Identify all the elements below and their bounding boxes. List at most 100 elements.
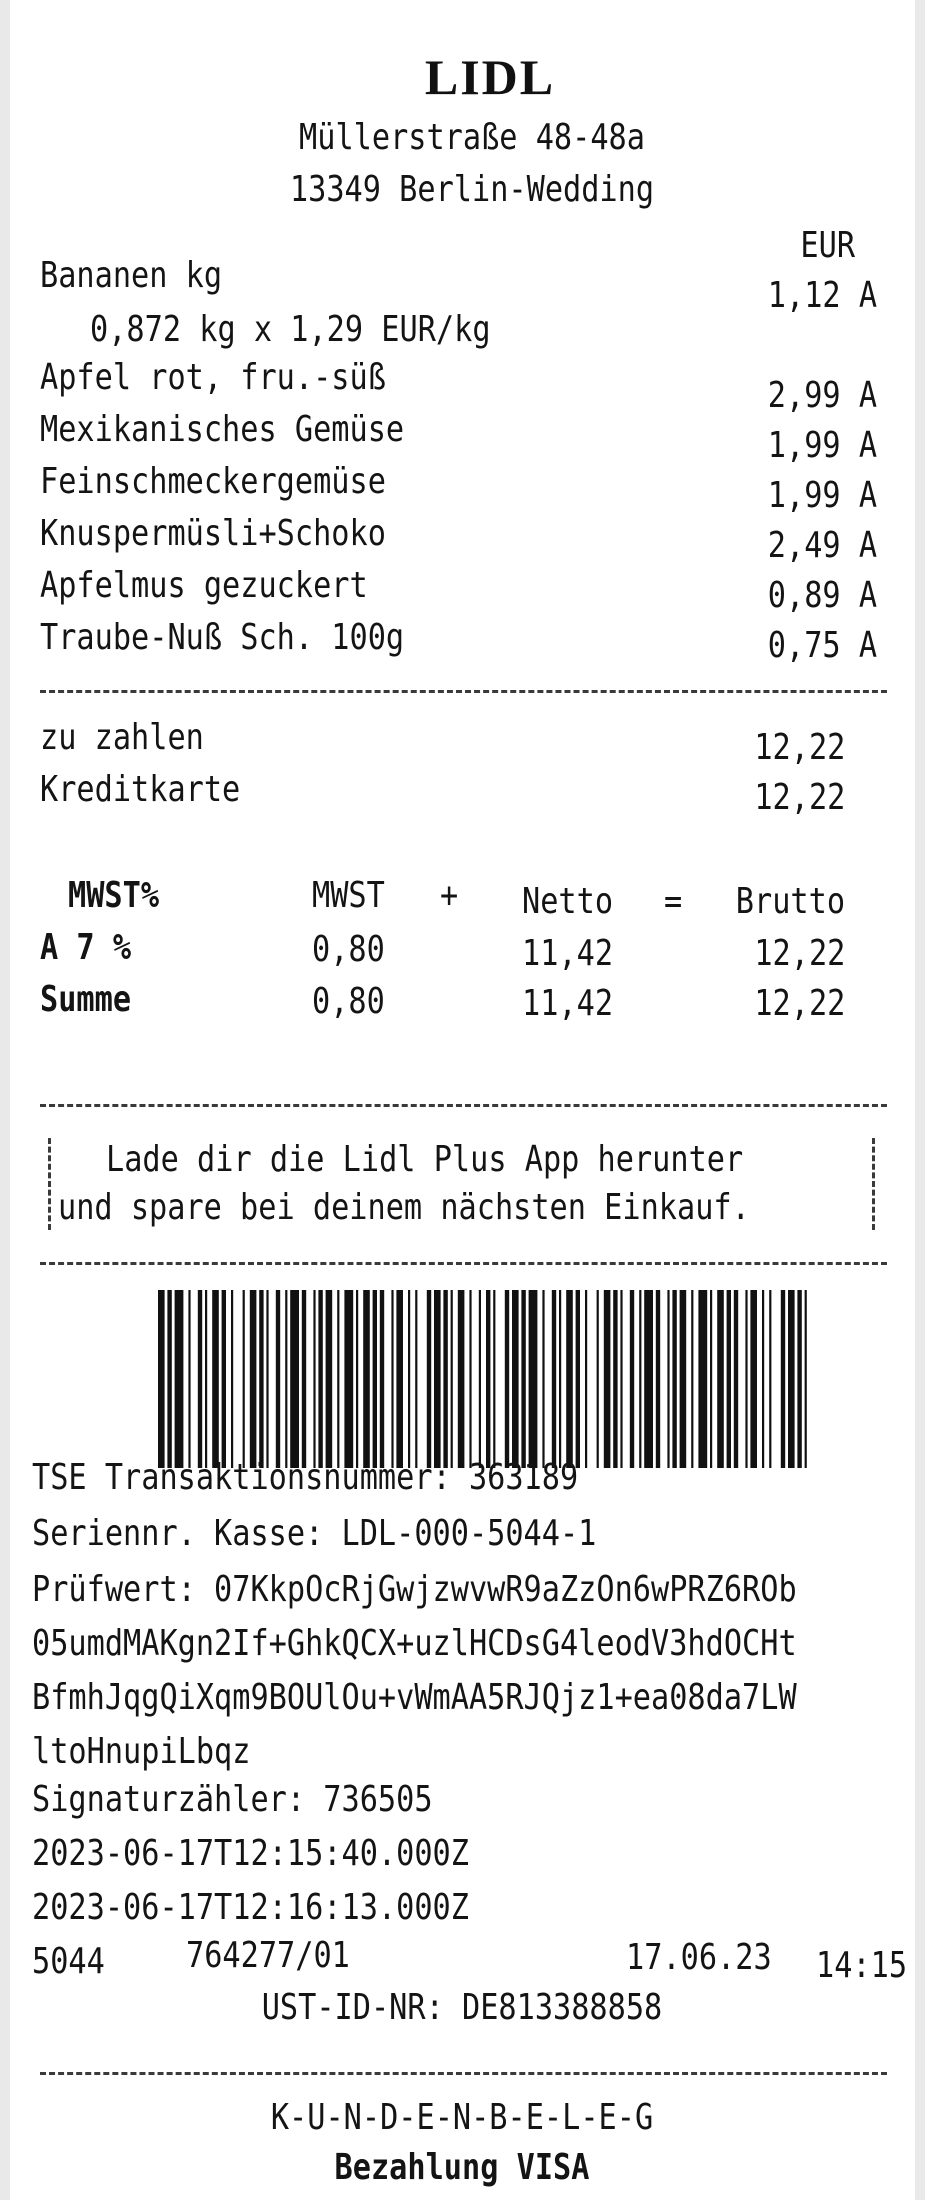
currency-label: EUR — [800, 225, 855, 266]
promo-bottom-border — [40, 1262, 887, 1265]
tse-check-value-line-2: 05umdMAKgn2If+GhkQCX+uzlHCDsG4leodV3hdOC… — [32, 1623, 797, 1664]
item-name: Apfelmus gezuckert — [40, 565, 368, 606]
barcode-bar — [780, 1290, 786, 1468]
barcode-bar — [710, 1290, 713, 1468]
barcode-bar — [804, 1290, 807, 1468]
barcode-bar — [212, 1290, 219, 1468]
barcode-bar — [434, 1290, 441, 1468]
tse-start-time: 2023-06-17T12:15:40.000Z — [32, 1833, 469, 1874]
to-pay-value: 12,22 — [753, 727, 845, 768]
divider — [40, 2072, 887, 2075]
barcode-bar — [457, 1290, 465, 1468]
store-city: 13349 Berlin-Wedding — [289, 169, 655, 210]
tax-row-gross: 12,22 — [753, 983, 845, 1024]
barcode-bar — [379, 1290, 385, 1468]
barcode-bar — [426, 1290, 432, 1468]
barcode-bar — [788, 1290, 795, 1468]
tse-check-value: Prüfwert: 07KkpOcRjGwjzwvwR9aZzOn6wPRZ6R… — [32, 1569, 797, 1610]
barcode-bar — [559, 1290, 562, 1468]
barcode-bar — [762, 1290, 765, 1468]
vat-id: UST-ID-NR: DE813388858 — [261, 1987, 663, 2028]
barcode-bar — [629, 1290, 635, 1468]
item-name: Bananen kg — [40, 255, 223, 296]
tse-transaction-number: TSE Transaktionsnummer: 363189 — [32, 1457, 579, 1498]
barcode-bar — [613, 1290, 618, 1468]
barcode-bar — [486, 1290, 491, 1468]
barcode-bar — [408, 1290, 411, 1468]
receipt-type: K-U-N-D-E-N-B-E-L-E-G — [270, 2097, 654, 2138]
promo-left-border — [48, 1138, 51, 1230]
tax-header-gross: Brutto — [735, 881, 845, 922]
barcode-bar — [575, 1290, 580, 1468]
barcode-bar — [620, 1290, 623, 1468]
barcode-bar — [231, 1290, 234, 1468]
tse-check-value-line-4: ltoHnupiLbqz — [32, 1731, 251, 1772]
barcode-bar — [174, 1290, 184, 1468]
barcode-bar — [469, 1290, 472, 1468]
barcode-bar — [639, 1290, 642, 1468]
item-price: 1,12 A — [767, 275, 877, 316]
item-price: 0,75 A — [767, 625, 877, 666]
barcode-bar — [551, 1290, 557, 1468]
barcode-bar — [337, 1290, 340, 1468]
barcode-bar — [726, 1290, 731, 1468]
tax-row-rate: Summe — [40, 979, 132, 1020]
tax-row-net: 11,42 — [522, 933, 614, 974]
barcode-bar — [745, 1290, 748, 1468]
barcode-bar — [528, 1290, 538, 1468]
barcode-bar — [797, 1290, 802, 1468]
barcode-bar — [188, 1290, 191, 1468]
item-name: Mexikanisches Gemüse — [40, 409, 405, 450]
payment-label: Kreditkarte — [40, 769, 241, 810]
item-name: Apfel rot, fru.-süß — [40, 357, 386, 398]
tse-check-value-line-3: BfmhJqgQiXqm9BOUlOu+vWmAA5RJQjz1+ea08da7… — [32, 1677, 797, 1718]
tax-row-gross: 12,22 — [753, 933, 845, 974]
barcode-bar — [679, 1290, 687, 1468]
item-detail: 0,872 kg x 1,29 EUR/kg — [90, 309, 491, 350]
tse-signature-counter: Signaturzähler: 736505 — [32, 1779, 433, 1820]
barcode-bar — [285, 1290, 288, 1468]
promo-top-border — [40, 1104, 887, 1107]
barcode-bar — [325, 1290, 333, 1468]
barcode-bar — [596, 1290, 599, 1468]
tax-row-tax: 0,80 — [312, 981, 385, 1022]
divider — [40, 690, 887, 693]
barcode-bar — [372, 1290, 377, 1468]
barcode-bar — [667, 1290, 670, 1468]
logo-text: LIDL — [425, 49, 555, 105]
barcode-bar — [542, 1290, 545, 1468]
tax-row-rate: A 7 % — [40, 927, 132, 968]
barcode-bar — [313, 1290, 316, 1468]
tax-header-eq: = — [664, 881, 683, 922]
item-name: Feinschmeckergemüse — [40, 461, 386, 502]
promo-right-border — [872, 1138, 875, 1230]
barcode-bar — [197, 1290, 203, 1468]
barcode-bar — [585, 1290, 588, 1468]
barcode-bar — [396, 1290, 403, 1468]
tax-header-tax: MWST — [312, 875, 385, 916]
barcode-bar — [391, 1290, 394, 1468]
barcode-bar — [566, 1290, 573, 1468]
tax-row-net: 11,42 — [522, 983, 614, 1024]
barcode-bar — [363, 1290, 370, 1468]
barcode-bar — [356, 1290, 359, 1468]
barcode-bar — [691, 1290, 694, 1468]
barcode-bar — [205, 1290, 208, 1468]
barcode-bar — [275, 1290, 281, 1468]
barcode-bar — [443, 1290, 448, 1468]
item-price: 2,49 A — [767, 525, 877, 566]
barcode-bar — [221, 1290, 226, 1468]
barcode-bar — [733, 1290, 739, 1468]
tax-header-net: Netto — [522, 881, 614, 922]
barcode-bar — [266, 1290, 269, 1468]
barcode-bar — [521, 1290, 526, 1468]
tax-header-plus: + — [440, 875, 459, 916]
tax-header-rate: MWST% — [68, 875, 160, 916]
barcode-bar — [504, 1290, 510, 1468]
barcode-bar — [415, 1290, 418, 1468]
barcode-bar — [769, 1290, 772, 1468]
barcode-bar — [344, 1290, 354, 1468]
receipt-time: 14:15 — [816, 1945, 908, 1986]
tse-end-time: 2023-06-17T12:16:13.000Z — [32, 1887, 469, 1928]
tax-row-tax: 0,80 — [312, 929, 385, 970]
